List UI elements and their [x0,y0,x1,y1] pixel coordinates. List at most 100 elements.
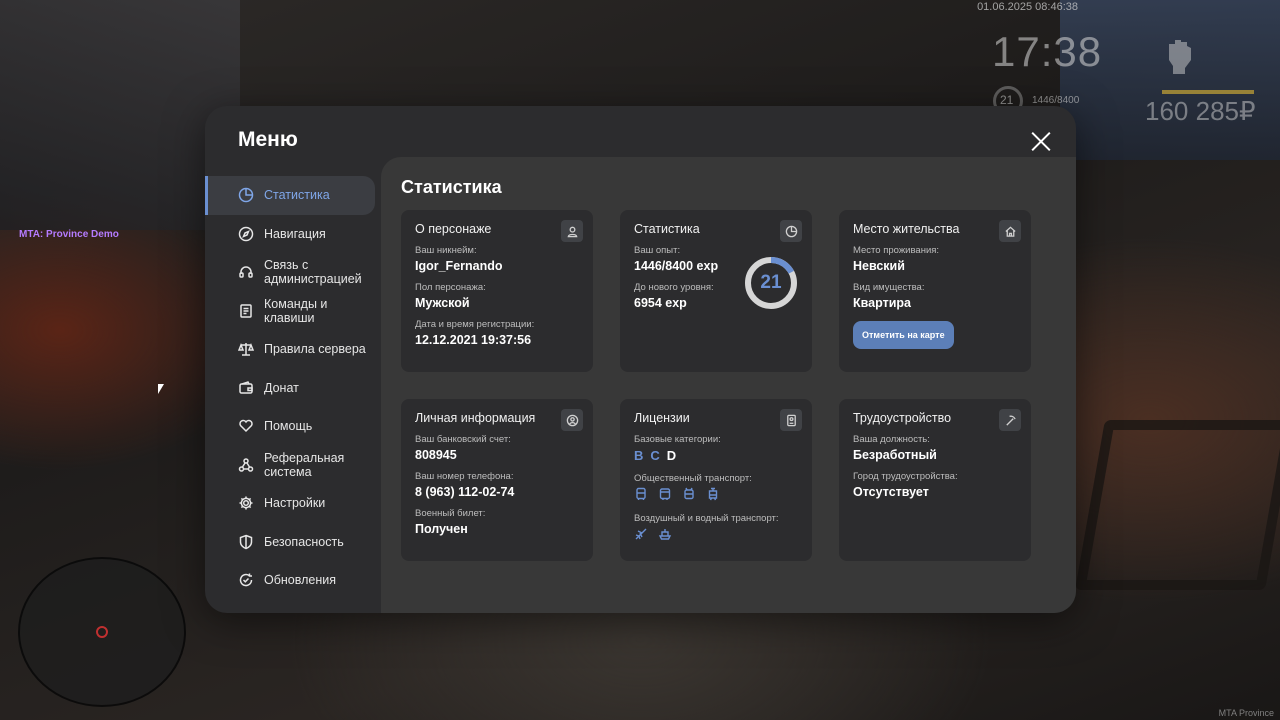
home-icon [999,220,1021,242]
nickname-label: Ваш никнейм: [415,245,477,256]
hud-exp: 1446/8400 [1032,95,1080,106]
sidebar-item-label: Безопасность [264,534,344,549]
user-circle-icon [561,409,583,431]
background-chair [1075,420,1280,590]
place-label: Место проживания: [853,245,940,256]
gender-label: Пол персонажа: [415,282,486,293]
sidebar-item-label: Правила сервера [264,342,366,357]
coach-icon [659,488,671,500]
menu-title: Меню [238,128,298,151]
property-type-value: Квартира [853,296,911,310]
sidebar-item-label: Донат [264,380,299,395]
pie-chart-icon [780,220,802,242]
tram-icon [708,487,718,501]
hud-clock: 17:38 [992,28,1103,75]
trolleybus-icon [684,487,694,500]
refresh-check-icon [237,572,254,589]
public-transport-icons [634,487,798,501]
card-title: Лицензии [634,411,690,425]
background-wall [0,0,240,230]
hud-datetime: 01.06.2025 08:46:38 [977,1,1078,13]
license-categories: B C D [634,448,798,463]
compass-icon [237,225,254,242]
scales-icon [237,341,254,358]
sidebar-item-statistics[interactable]: Статистика [205,176,375,215]
content-panel: Статистика О персонаже Ваш никнейм: Igor… [381,157,1076,613]
mark-on-map-button[interactable]: Отметить на карте [853,321,954,349]
sidebar-item-label: Обновления [264,573,336,588]
card-title: Трудоустройство [853,411,952,425]
fist-icon [1169,40,1191,74]
sidebar-item-updates[interactable]: Обновления [205,561,375,600]
card-licenses: Лицензии Базовые категории: B C D Общест… [620,399,812,561]
close-button[interactable] [1030,130,1052,152]
background-window [1060,0,1280,160]
card-personal-info: Личная информация Ваш банковский счет: 8… [401,399,593,561]
registration-value: 12.12.2021 19:37:56 [415,333,532,347]
position-value: Безработный [853,448,937,462]
sidebar-item-commands[interactable]: Команды и клавиши [205,292,375,331]
job-city-label: Город трудоустройства: [853,471,958,482]
level-value: 21 [760,272,782,293]
hud-level: 21 [1000,93,1014,107]
shield-icon [237,533,254,550]
license-category-b: B [634,448,644,463]
sidebar-item-referral[interactable]: Реферальная система [205,446,375,485]
card-title: Статистика [634,222,700,236]
menu-modal: Меню Статистика Навигация Связь с админи… [205,106,1076,613]
sidebar-item-label: Связь с администрацией [264,258,362,287]
bank-value: 808945 [415,448,457,462]
sidebar-item-settings[interactable]: Настройки [205,484,375,523]
gear-icon [237,495,254,512]
bus-icon [636,487,646,500]
card-character: О персонаже Ваш никнейм: Igor_Fernando П… [401,210,593,372]
sidebar-item-donate[interactable]: Донат [205,369,375,408]
license-category-c: C [650,448,660,463]
minimap-player-marker [96,626,108,638]
registration-label: Дата и время регистрации: [415,319,535,330]
card-employment: Трудоустройство Ваша должность: Безработ… [839,399,1031,561]
sidebar-item-contact-admin[interactable]: Связь с администрацией [205,253,375,292]
card-title: Место жительства [853,222,960,236]
sidebar-item-rules[interactable]: Правила сервера [205,330,375,369]
nickname-value: Igor_Fernando [415,259,503,273]
sidebar-item-label: Команды и клавиши [264,296,328,325]
air-water-transport-label: Воздушный и водный транспорт: [634,513,779,524]
air-water-transport-icons [634,527,798,541]
card-stats: Статистика Ваш опыт: 1446/8400 exp До но… [620,210,812,372]
pickaxe-icon [999,409,1021,431]
boat-icon [658,529,672,540]
exp-label: Ваш опыт: [634,245,681,256]
headset-icon [237,264,254,281]
sidebar-item-label: Статистика [264,188,330,203]
license-category-d: D [666,448,677,463]
sidebar: Статистика Навигация Связь с администрац… [205,176,381,600]
card-title: О персонаже [415,222,492,236]
sidebar-item-label: Реферальная система [264,450,345,479]
wallet-icon [237,379,254,396]
sidebar-item-label: Навигация [264,226,326,241]
job-city-value: Отсутствует [853,485,929,499]
hud-money: 160 285₽ [1145,96,1256,126]
server-tag: MTA: Province Demo [19,229,119,240]
phone-value: 8 (963) 112-02-74 [415,485,515,499]
military-value: Получен [415,522,468,536]
mouse-cursor-icon [158,384,164,394]
network-icon [237,456,254,473]
sidebar-item-navigation[interactable]: Навигация [205,215,375,254]
bank-label: Ваш банковский счет: [415,434,511,445]
sidebar-item-help[interactable]: Помощь [205,407,375,446]
document-icon [237,302,254,319]
sidebar-item-label: Помощь [264,419,313,434]
position-label: Ваша должность: [853,434,930,445]
place-value: Невский [853,259,905,273]
user-icon [561,220,583,242]
sidebar-item-label: Настройки [264,496,326,511]
military-label: Военный билет: [415,508,486,519]
content-title: Статистика [401,177,502,197]
level-progress-ring: 21 [744,256,798,310]
sidebar-item-security[interactable]: Безопасность [205,523,375,562]
hud-health-bar [1162,90,1254,94]
phone-label: Ваш номер телефона: [415,471,514,482]
plane-icon [635,528,647,540]
